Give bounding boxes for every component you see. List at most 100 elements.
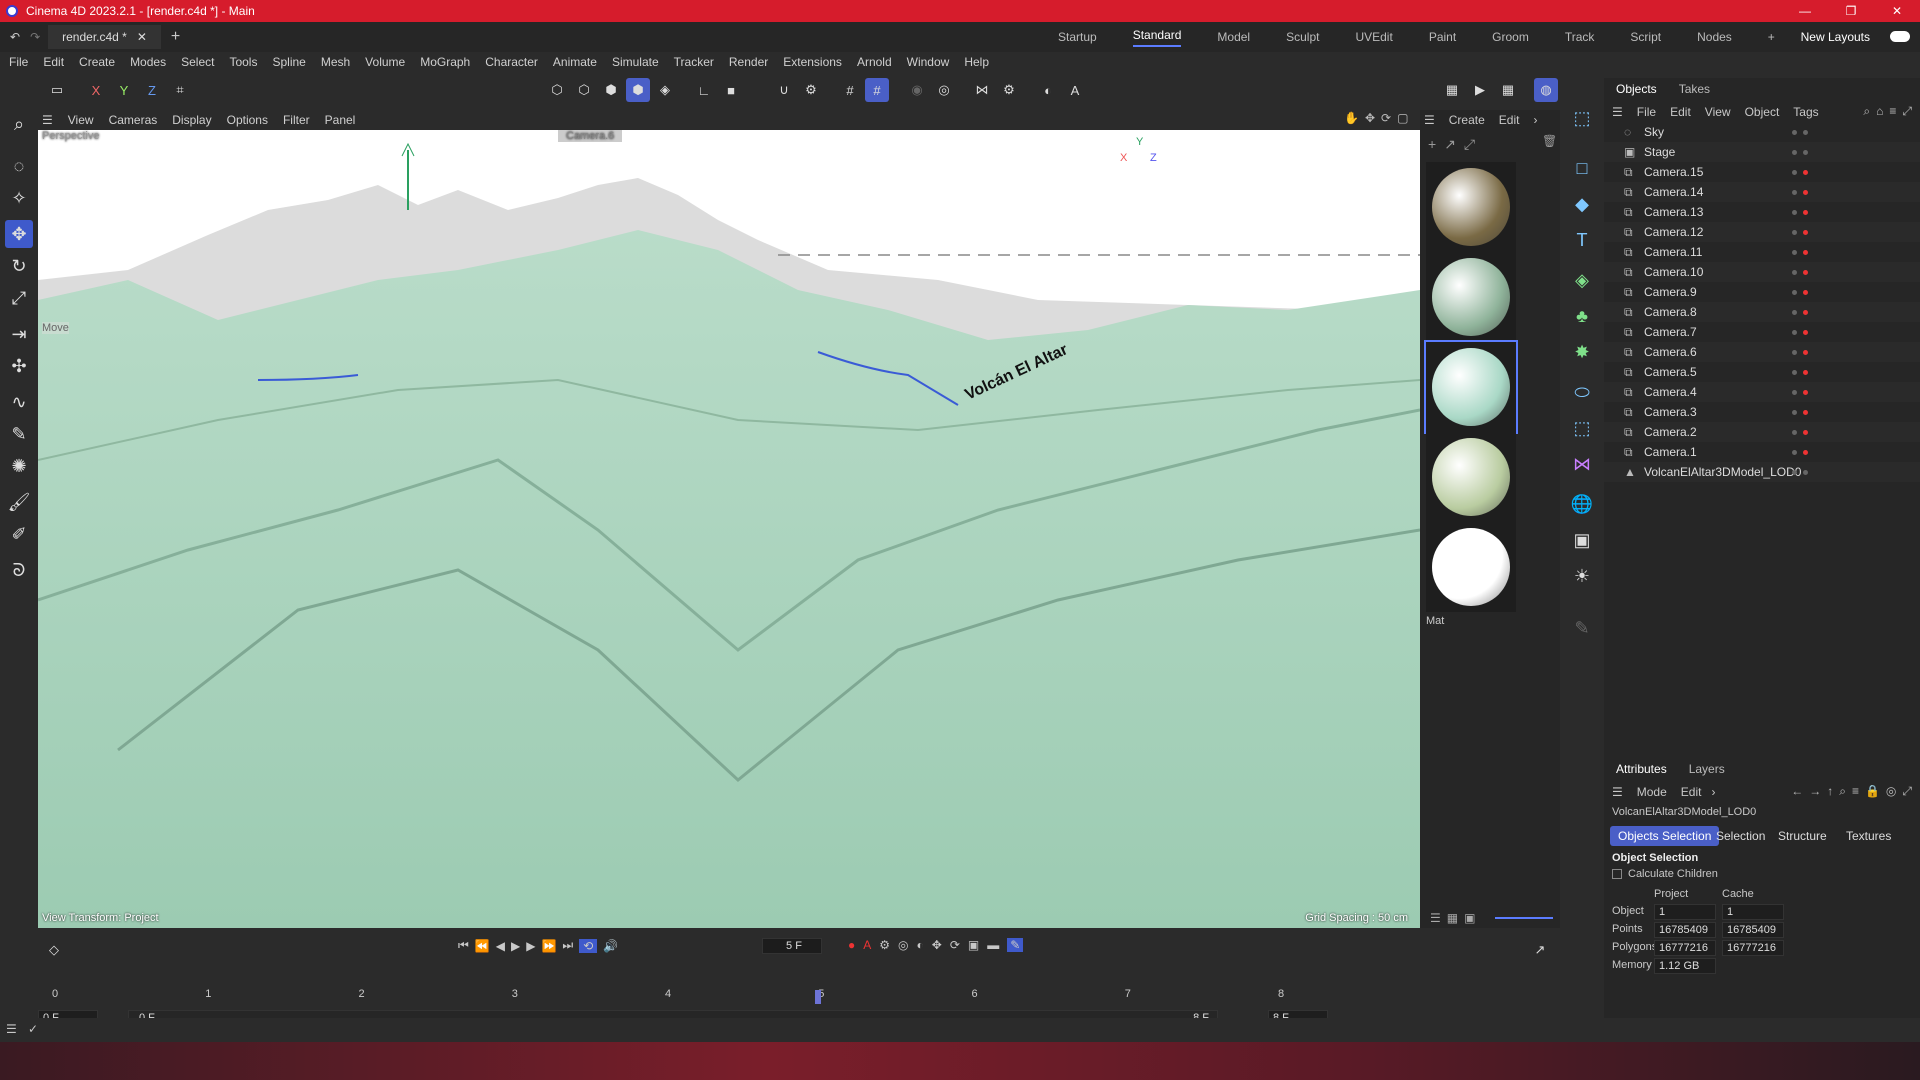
add-layout-icon[interactable]: +	[1768, 30, 1775, 44]
objects-menu-edit[interactable]: Edit	[1670, 105, 1691, 119]
render-visibility-dot[interactable]	[1803, 389, 1808, 395]
objects-menu-view[interactable]: View	[1705, 105, 1731, 119]
menu-help[interactable]: Help	[964, 55, 989, 69]
redo-icon[interactable]: ↷	[30, 30, 40, 44]
render-visibility-dot[interactable]	[1803, 429, 1808, 435]
editor-visibility-dot[interactable]	[1792, 329, 1797, 335]
material-swatch[interactable]: Mat	[1426, 522, 1516, 627]
render-region-icon[interactable]: ▦	[1440, 78, 1464, 102]
attributes-hamburger-icon[interactable]: ☰	[1612, 785, 1623, 799]
material-menu-create[interactable]: Create	[1449, 113, 1485, 127]
uv-mode-icon[interactable]: ◈	[653, 78, 677, 102]
move-tool-icon[interactable]: ✥	[5, 220, 33, 248]
layout-tab-startup[interactable]: Startup	[1058, 30, 1097, 44]
axis-mode-icon[interactable]: ∟	[692, 78, 716, 102]
render-to-viewer-icon[interactable]: ▶	[1468, 78, 1492, 102]
render-settings-icon[interactable]: ◎	[932, 78, 956, 102]
filter-icon[interactable]: ≡	[1889, 104, 1896, 119]
live-selection-icon[interactable]: ✧	[5, 184, 33, 212]
more-icon[interactable]: ›	[1711, 785, 1715, 799]
lock-y-axis-button[interactable]: Y	[112, 78, 136, 102]
playhead[interactable]	[815, 990, 822, 1004]
object-flags[interactable]	[1792, 409, 1808, 415]
list-view-icon[interactable]: ☰	[1430, 911, 1441, 925]
tab-attributes[interactable]: Attributes	[1616, 762, 1667, 776]
coordinate-system-icon[interactable]: ⌗	[168, 78, 192, 102]
editor-visibility-dot[interactable]	[1792, 449, 1797, 455]
subtab-textures[interactable]: Textures	[1838, 826, 1899, 846]
sound-icon[interactable]: 🔊	[603, 939, 618, 953]
menu-mesh[interactable]: Mesh	[321, 55, 350, 69]
forward-icon[interactable]: →	[1809, 784, 1821, 799]
render-visibility-dot[interactable]	[1803, 289, 1808, 295]
object-flags[interactable]	[1792, 389, 1808, 395]
layout-tab-script[interactable]: Script	[1630, 30, 1661, 44]
restore-icon[interactable]: ❐	[1828, 4, 1874, 18]
render-visibility-dot[interactable]	[1803, 329, 1808, 335]
key-settings-icon[interactable]: ⚙	[879, 938, 890, 952]
menu-file[interactable]: File	[9, 55, 28, 69]
grid-view-icon[interactable]: ▦	[1447, 911, 1458, 925]
home-icon[interactable]: ⌂	[1876, 104, 1883, 119]
menu-extensions[interactable]: Extensions	[783, 55, 842, 69]
magnet-icon[interactable]: ∪	[772, 78, 796, 102]
editor-visibility-dot[interactable]	[1792, 469, 1797, 475]
maximize-view-icon[interactable]: ▢	[1397, 111, 1408, 125]
current-frame-field[interactable]: 5 F	[762, 938, 822, 954]
object-row[interactable]: ⧉ Camera.12	[1604, 222, 1920, 242]
editor-visibility-dot[interactable]	[1792, 169, 1797, 175]
lock-icon[interactable]: 🔒	[1865, 784, 1880, 799]
editor-visibility-dot[interactable]	[1792, 149, 1797, 155]
viewport-menu-options[interactable]: Options	[227, 113, 268, 127]
lock-x-axis-button[interactable]: X	[84, 78, 108, 102]
render-visibility-dot[interactable]	[1803, 209, 1808, 215]
polygons-mode-icon[interactable]: ⬢	[599, 78, 623, 102]
object-flags[interactable]	[1792, 429, 1808, 435]
up-icon[interactable]: ↑	[1827, 784, 1833, 799]
render-visibility-dot[interactable]	[1803, 189, 1808, 195]
prev-frame-icon[interactable]: ◀	[496, 939, 505, 953]
render-visibility-dot[interactable]	[1803, 369, 1808, 375]
menu-create[interactable]: Create	[79, 55, 115, 69]
3d-viewport[interactable]: Volcán El Altar Perspective Camera.6 Mov…	[38, 130, 1420, 928]
maximize-icon[interactable]: ⤢	[1902, 104, 1912, 119]
sculpt-icon[interactable]: ᘐ	[5, 556, 33, 584]
add-material-icon[interactable]: +	[1428, 136, 1436, 153]
subdivision-icon[interactable]: ◈	[1568, 266, 1596, 294]
render-visibility-dot[interactable]	[1803, 149, 1808, 155]
menu-render[interactable]: Render	[729, 55, 768, 69]
go-to-end-icon[interactable]: ⏭	[562, 938, 573, 953]
search-icon[interactable]: ⌕	[1839, 784, 1846, 799]
active-camera-label[interactable]: Camera.6	[558, 130, 623, 142]
render-visibility-dot[interactable]	[1803, 129, 1808, 135]
menu-animate[interactable]: Animate	[553, 55, 597, 69]
large-view-icon[interactable]: ▣	[1464, 911, 1475, 925]
menu-arnold[interactable]: Arnold	[857, 55, 892, 69]
filter-icon[interactable]: ≡	[1852, 784, 1859, 799]
render-view-icon[interactable]: ◉	[905, 78, 929, 102]
editor-visibility-dot[interactable]	[1792, 429, 1797, 435]
object-row[interactable]: ⧉ Camera.6	[1604, 342, 1920, 362]
tools-settings-icon[interactable]: ⚙	[997, 78, 1021, 102]
render-visibility-dot[interactable]	[1803, 269, 1808, 275]
cube-outline-icon[interactable]: □	[1568, 154, 1596, 182]
move-view-icon[interactable]: ✥	[1365, 111, 1375, 125]
rotate-view-icon[interactable]: ⟳	[1381, 111, 1391, 125]
layout-tab-uvedit[interactable]: UVEdit	[1355, 30, 1392, 44]
menu-character[interactable]: Character	[485, 55, 538, 69]
paint-brush-icon[interactable]: 🖌	[5, 488, 33, 516]
motion-icon[interactable]: ◎	[898, 938, 908, 952]
render-visibility-dot[interactable]	[1803, 229, 1808, 235]
document-tab[interactable]: render.c4d * ✕	[48, 25, 161, 49]
menu-mograph[interactable]: MoGraph	[420, 55, 470, 69]
layout-tab-standard[interactable]: Standard	[1132, 28, 1182, 47]
object-flags[interactable]	[1792, 309, 1808, 315]
prev-key-icon[interactable]: ⏪	[475, 939, 490, 953]
render-visibility-dot[interactable]	[1803, 349, 1808, 355]
apply-material-icon[interactable]: ⤢	[1464, 136, 1475, 153]
delete-material-icon[interactable]: 🗑	[1542, 134, 1557, 148]
object-row[interactable]: ⧉ Camera.15	[1604, 162, 1920, 182]
tab-objects[interactable]: Objects	[1616, 82, 1657, 96]
points-mode-icon[interactable]: ⬡	[545, 78, 569, 102]
viewport-menu-panel[interactable]: Panel	[325, 113, 356, 127]
